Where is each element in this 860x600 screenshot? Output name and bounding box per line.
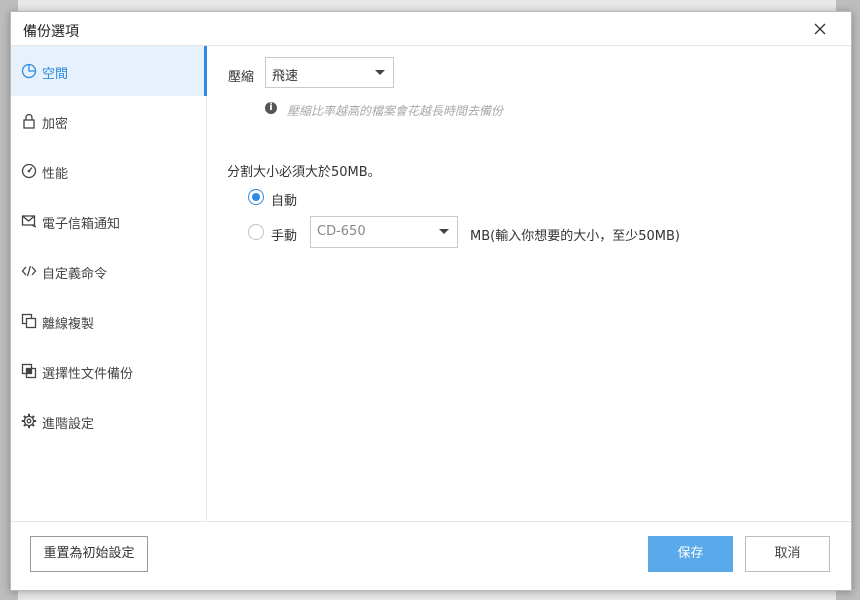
reset-defaults-button[interactable]: 重置為初始設定 <box>30 536 148 572</box>
split-size-select[interactable]: CD-650 <box>310 216 458 248</box>
sidebar-item-label: 加密 <box>42 117 69 132</box>
split-size-value: CD-650 <box>317 224 366 239</box>
gear-icon <box>21 413 37 429</box>
compression-select[interactable]: 飛速 <box>265 57 394 88</box>
sidebar-item-label: 進階設定 <box>42 417 95 432</box>
sidebar-item-label: 空間 <box>42 67 69 82</box>
code-icon <box>21 265 37 277</box>
sidebar-item-label: 離線複製 <box>42 317 95 332</box>
split-size-note: MB(輸入你想要的大小，至少50MB) <box>470 229 680 244</box>
compression-hint: 壓縮比率越高的檔案會花越長時間去備份 <box>287 104 504 118</box>
sidebar-item-selective-file-backup[interactable]: 選擇性文件備份 <box>11 346 207 396</box>
sidebar-item-offline-copy[interactable]: 離線複製 <box>11 296 207 346</box>
auto-radio[interactable] <box>248 189 264 205</box>
sidebar: 空間 加密 性能 電子信箱通知 自定義命令 離線複製 選擇性文件備份 進階設定 <box>11 46 207 521</box>
sidebar-item-email-notification[interactable]: 電子信箱通知 <box>11 196 207 246</box>
mail-icon <box>21 215 37 228</box>
cancel-button[interactable]: 取消 <box>745 536 830 572</box>
info-icon: i <box>265 102 277 114</box>
content-panel: 壓縮 飛速 i 壓縮比率越高的檔案會花越長時間去備份 分割大小必須大於50MB。… <box>207 46 851 521</box>
manual-label: 手動 <box>271 229 298 244</box>
title-bar: 備份選項 <box>11 12 851 46</box>
split-size-heading: 分割大小必須大於50MB。 <box>227 165 381 180</box>
dialog-title: 備份選項 <box>23 24 79 40</box>
chevron-down-icon <box>439 229 449 234</box>
manual-radio[interactable] <box>248 224 264 240</box>
copy-icon <box>21 313 37 329</box>
auto-label: 自動 <box>271 194 298 209</box>
sidebar-item-label: 電子信箱通知 <box>42 217 121 232</box>
footer: 重置為初始設定 保存 取消 <box>11 521 851 590</box>
sidebar-item-encryption[interactable]: 加密 <box>11 96 207 146</box>
sidebar-item-space[interactable]: 空間 <box>11 46 207 96</box>
close-button[interactable] <box>809 18 831 40</box>
backup-options-dialog: 備份選項 空間 加密 性能 電子信箱通知 自定義命令 離線複製 選擇性文件備份 … <box>10 11 852 591</box>
save-button[interactable]: 保存 <box>648 536 733 572</box>
close-icon <box>814 23 826 35</box>
sidebar-item-label: 選擇性文件備份 <box>42 367 134 382</box>
sidebar-item-label: 性能 <box>42 167 69 182</box>
sidebar-item-performance[interactable]: 性能 <box>11 146 207 196</box>
chevron-down-icon <box>375 70 385 75</box>
sidebar-item-advanced-settings[interactable]: 進階設定 <box>11 396 207 446</box>
lock-icon <box>23 113 35 129</box>
compression-label: 壓縮 <box>228 70 255 85</box>
pie-chart-icon <box>21 63 37 79</box>
selective-copy-icon <box>21 363 37 379</box>
sidebar-item-label: 自定義命令 <box>42 267 108 282</box>
compression-value: 飛速 <box>272 69 299 84</box>
gauge-icon <box>21 163 37 179</box>
sidebar-item-custom-command[interactable]: 自定義命令 <box>11 246 207 296</box>
